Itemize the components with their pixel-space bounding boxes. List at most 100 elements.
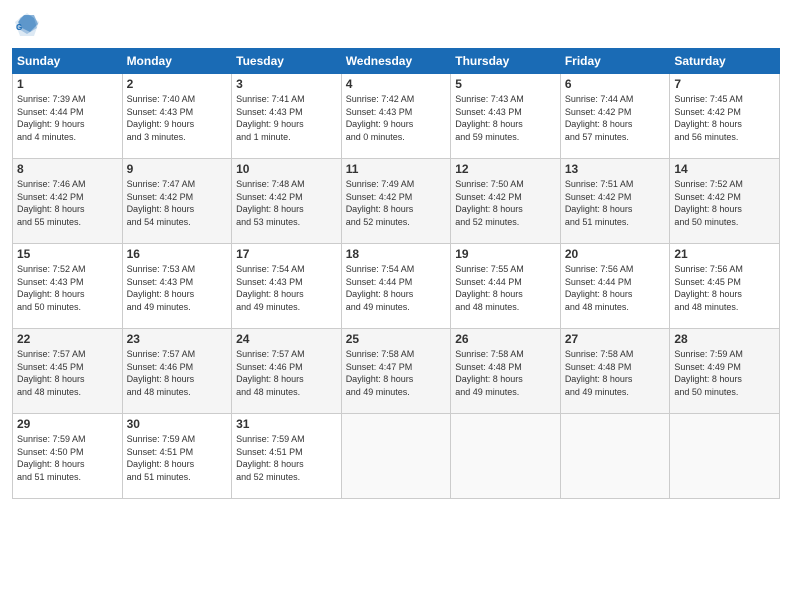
day-number: 27 (565, 332, 666, 346)
day-info: Sunrise: 7:57 AM Sunset: 4:46 PM Dayligh… (127, 348, 228, 398)
calendar-cell: 14 Sunrise: 7:52 AM Sunset: 4:42 PM Dayli… (670, 159, 780, 244)
day-info: Sunrise: 7:44 AM Sunset: 4:42 PM Dayligh… (565, 93, 666, 143)
calendar-cell: 27 Sunrise: 7:58 AM Sunset: 4:48 PM Dayli… (560, 329, 670, 414)
logo-icon: G (12, 10, 42, 40)
calendar-cell: 11 Sunrise: 7:49 AM Sunset: 4:42 PM Dayli… (341, 159, 451, 244)
day-info: Sunrise: 7:41 AM Sunset: 4:43 PM Dayligh… (236, 93, 337, 143)
calendar-cell: 24Sunrise: 7:57 AM Sunset: 4:46 PM Dayli… (232, 329, 342, 414)
calendar-cell: 6 Sunrise: 7:44 AM Sunset: 4:42 PM Daylig… (560, 74, 670, 159)
day-number: 23 (127, 332, 228, 346)
day-info: Sunrise: 7:49 AM Sunset: 4:42 PM Dayligh… (346, 178, 447, 228)
calendar-cell: 1Sunrise: 7:39 AM Sunset: 4:44 PM Daylig… (13, 74, 123, 159)
day-number: 21 (674, 247, 775, 261)
calendar-week-5: 29 Sunrise: 7:59 AM Sunset: 4:50 PM Dayli… (13, 414, 780, 499)
day-info: Sunrise: 7:45 AM Sunset: 4:42 PM Dayligh… (674, 93, 775, 143)
day-info: Sunrise: 7:58 AM Sunset: 4:48 PM Dayligh… (455, 348, 556, 398)
day-number: 5 (455, 77, 556, 91)
day-info: Sunrise: 7:59 AM Sunset: 4:51 PM Dayligh… (127, 433, 228, 483)
day-info: Sunrise: 7:39 AM Sunset: 4:44 PM Dayligh… (17, 93, 118, 143)
day-info: Sunrise: 7:47 AM Sunset: 4:42 PM Dayligh… (127, 178, 228, 228)
calendar-week-1: 1Sunrise: 7:39 AM Sunset: 4:44 PM Daylig… (13, 74, 780, 159)
day-info: Sunrise: 7:56 AM Sunset: 4:45 PM Dayligh… (674, 263, 775, 313)
day-number: 28 (674, 332, 775, 346)
calendar-cell: 15 Sunrise: 7:52 AM Sunset: 4:43 PM Dayli… (13, 244, 123, 329)
day-info: Sunrise: 7:43 AM Sunset: 4:43 PM Dayligh… (455, 93, 556, 143)
day-info: Sunrise: 7:56 AM Sunset: 4:44 PM Dayligh… (565, 263, 666, 313)
day-number: 15 (17, 247, 118, 261)
calendar-cell: 25Sunrise: 7:58 AM Sunset: 4:47 PM Dayli… (341, 329, 451, 414)
day-info: Sunrise: 7:59 AM Sunset: 4:49 PM Dayligh… (674, 348, 775, 398)
calendar-cell: 10 Sunrise: 7:48 AM Sunset: 4:42 PM Dayli… (232, 159, 342, 244)
day-number: 11 (346, 162, 447, 176)
calendar-header-row: SundayMondayTuesdayWednesdayThursdayFrid… (13, 49, 780, 74)
calendar: SundayMondayTuesdayWednesdayThursdayFrid… (12, 48, 780, 499)
day-info: Sunrise: 7:55 AM Sunset: 4:44 PM Dayligh… (455, 263, 556, 313)
day-info: Sunrise: 7:58 AM Sunset: 4:47 PM Dayligh… (346, 348, 447, 398)
day-number: 10 (236, 162, 337, 176)
calendar-cell: 8Sunrise: 7:46 AM Sunset: 4:42 PM Daylig… (13, 159, 123, 244)
day-info: Sunrise: 7:54 AM Sunset: 4:44 PM Dayligh… (346, 263, 447, 313)
day-number: 8 (17, 162, 118, 176)
day-number: 19 (455, 247, 556, 261)
calendar-cell: 19 Sunrise: 7:55 AM Sunset: 4:44 PM Dayli… (451, 244, 561, 329)
day-number: 13 (565, 162, 666, 176)
day-header-tuesday: Tuesday (232, 49, 342, 74)
day-number: 9 (127, 162, 228, 176)
calendar-cell: 17Sunrise: 7:54 AM Sunset: 4:43 PM Dayli… (232, 244, 342, 329)
calendar-cell: 26 Sunrise: 7:58 AM Sunset: 4:48 PM Dayli… (451, 329, 561, 414)
calendar-cell: 7 Sunrise: 7:45 AM Sunset: 4:42 PM Daylig… (670, 74, 780, 159)
calendar-cell (451, 414, 561, 499)
day-header-wednesday: Wednesday (341, 49, 451, 74)
day-info: Sunrise: 7:58 AM Sunset: 4:48 PM Dayligh… (565, 348, 666, 398)
day-info: Sunrise: 7:42 AM Sunset: 4:43 PM Dayligh… (346, 93, 447, 143)
day-info: Sunrise: 7:50 AM Sunset: 4:42 PM Dayligh… (455, 178, 556, 228)
day-info: Sunrise: 7:57 AM Sunset: 4:45 PM Dayligh… (17, 348, 118, 398)
day-info: Sunrise: 7:52 AM Sunset: 4:43 PM Dayligh… (17, 263, 118, 313)
calendar-week-3: 15 Sunrise: 7:52 AM Sunset: 4:43 PM Dayli… (13, 244, 780, 329)
calendar-cell: 31Sunrise: 7:59 AM Sunset: 4:51 PM Dayli… (232, 414, 342, 499)
day-number: 14 (674, 162, 775, 176)
day-number: 7 (674, 77, 775, 91)
calendar-cell: 30 Sunrise: 7:59 AM Sunset: 4:51 PM Dayli… (122, 414, 232, 499)
calendar-cell: 9 Sunrise: 7:47 AM Sunset: 4:42 PM Daylig… (122, 159, 232, 244)
calendar-cell (560, 414, 670, 499)
calendar-cell: 20 Sunrise: 7:56 AM Sunset: 4:44 PM Dayli… (560, 244, 670, 329)
day-header-friday: Friday (560, 49, 670, 74)
day-info: Sunrise: 7:59 AM Sunset: 4:50 PM Dayligh… (17, 433, 118, 483)
day-number: 17 (236, 247, 337, 261)
calendar-cell: 12Sunrise: 7:50 AM Sunset: 4:42 PM Dayli… (451, 159, 561, 244)
calendar-cell: 29 Sunrise: 7:59 AM Sunset: 4:50 PM Dayli… (13, 414, 123, 499)
calendar-cell: 23 Sunrise: 7:57 AM Sunset: 4:46 PM Dayli… (122, 329, 232, 414)
svg-text:G: G (16, 23, 22, 32)
day-header-sunday: Sunday (13, 49, 123, 74)
day-info: Sunrise: 7:53 AM Sunset: 4:43 PM Dayligh… (127, 263, 228, 313)
calendar-cell: 18 Sunrise: 7:54 AM Sunset: 4:44 PM Dayli… (341, 244, 451, 329)
day-number: 18 (346, 247, 447, 261)
calendar-cell: 3 Sunrise: 7:41 AM Sunset: 4:43 PM Daylig… (232, 74, 342, 159)
day-info: Sunrise: 7:52 AM Sunset: 4:42 PM Dayligh… (674, 178, 775, 228)
calendar-cell (341, 414, 451, 499)
calendar-cell: 21 Sunrise: 7:56 AM Sunset: 4:45 PM Dayli… (670, 244, 780, 329)
day-number: 30 (127, 417, 228, 431)
calendar-week-4: 22 Sunrise: 7:57 AM Sunset: 4:45 PM Dayli… (13, 329, 780, 414)
day-number: 22 (17, 332, 118, 346)
calendar-cell: 2Sunrise: 7:40 AM Sunset: 4:43 PM Daylig… (122, 74, 232, 159)
day-header-monday: Monday (122, 49, 232, 74)
calendar-cell: 13 Sunrise: 7:51 AM Sunset: 4:42 PM Dayli… (560, 159, 670, 244)
calendar-week-2: 8Sunrise: 7:46 AM Sunset: 4:42 PM Daylig… (13, 159, 780, 244)
day-number: 29 (17, 417, 118, 431)
calendar-cell: 4 Sunrise: 7:42 AM Sunset: 4:43 PM Daylig… (341, 74, 451, 159)
calendar-cell: 22 Sunrise: 7:57 AM Sunset: 4:45 PM Dayli… (13, 329, 123, 414)
page: G SundayMondayTuesdayWednesdayThursdayFr… (0, 0, 792, 612)
day-info: Sunrise: 7:51 AM Sunset: 4:42 PM Dayligh… (565, 178, 666, 228)
day-number: 3 (236, 77, 337, 91)
day-info: Sunrise: 7:48 AM Sunset: 4:42 PM Dayligh… (236, 178, 337, 228)
calendar-cell: 5 Sunrise: 7:43 AM Sunset: 4:43 PM Daylig… (451, 74, 561, 159)
day-number: 20 (565, 247, 666, 261)
day-number: 6 (565, 77, 666, 91)
day-number: 26 (455, 332, 556, 346)
day-number: 31 (236, 417, 337, 431)
day-header-saturday: Saturday (670, 49, 780, 74)
day-number: 4 (346, 77, 447, 91)
calendar-cell: 28 Sunrise: 7:59 AM Sunset: 4:49 PM Dayli… (670, 329, 780, 414)
